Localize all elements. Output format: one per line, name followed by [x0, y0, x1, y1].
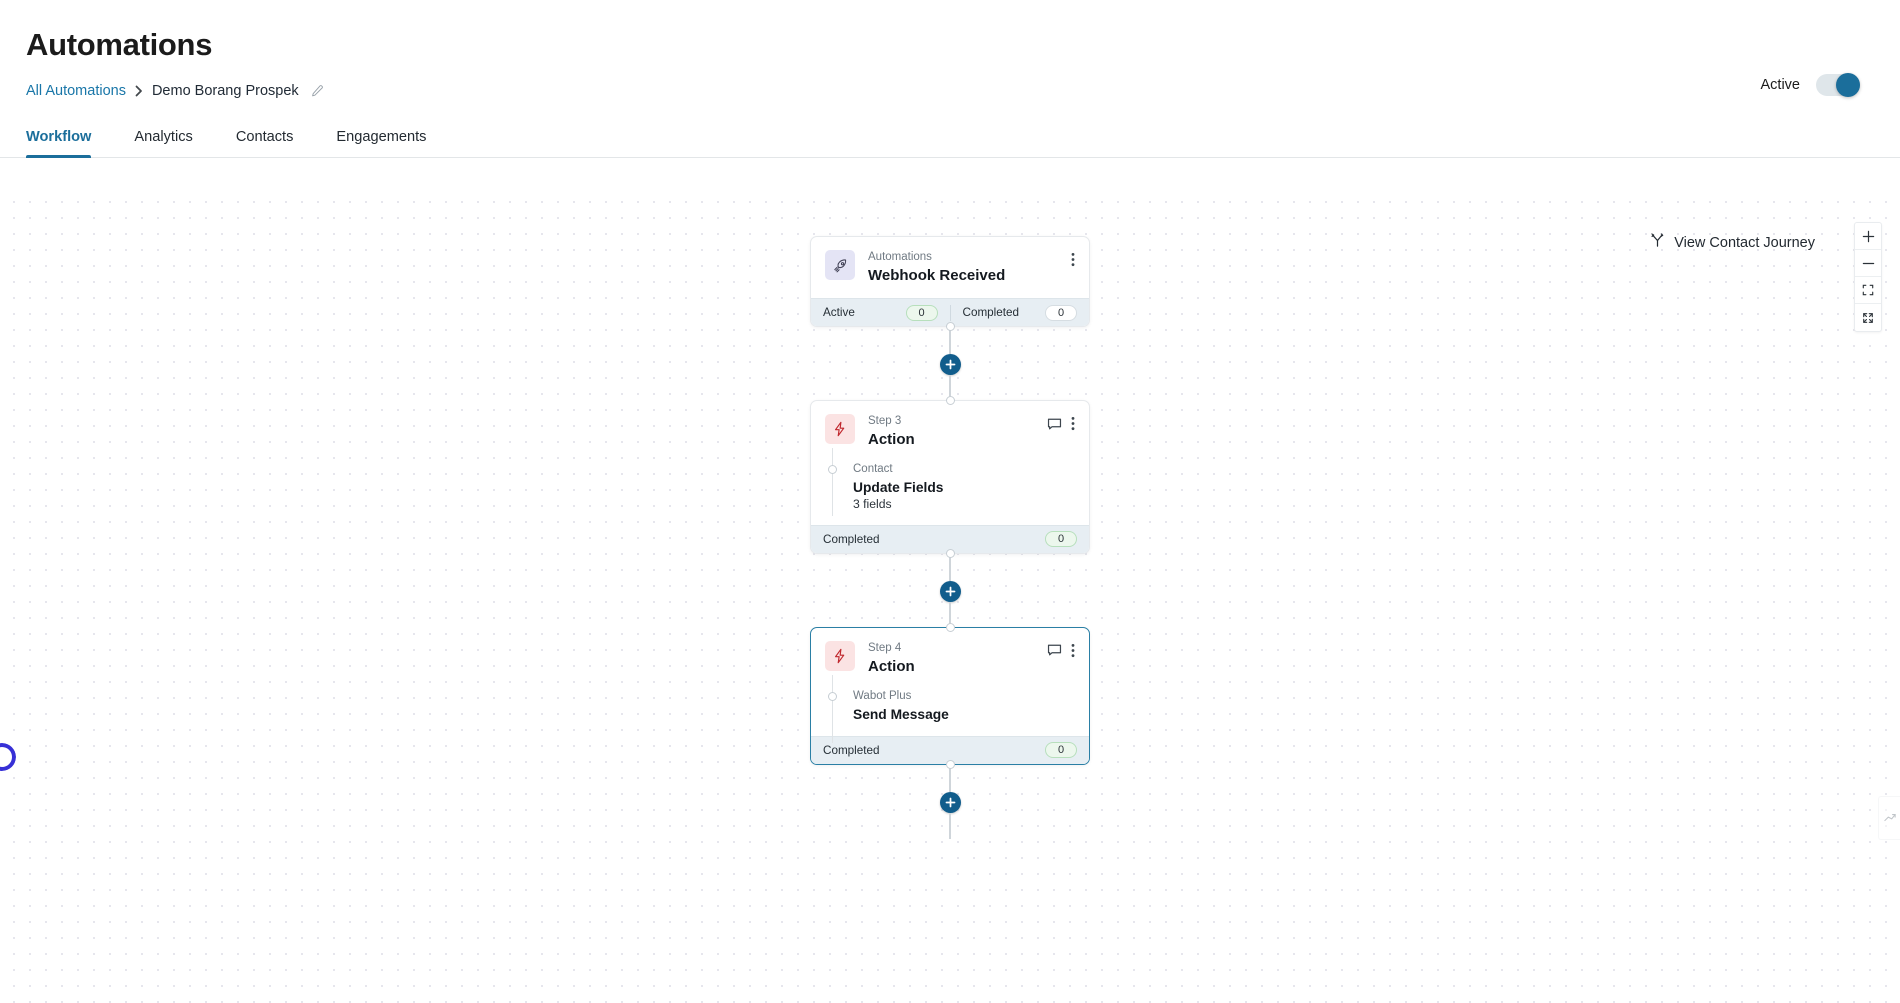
tab-bar: Workflow Analytics Contacts Engagements [0, 129, 1900, 159]
rocket-icon [825, 250, 855, 280]
comment-icon[interactable] [1047, 417, 1062, 431]
automation-status-control: Active [1760, 73, 1860, 97]
node-stat-value: 0 [905, 304, 938, 321]
node-stat-label: Active [823, 306, 855, 320]
node-input-port [945, 396, 955, 406]
node-step-dot [828, 465, 837, 475]
node-output-port [945, 548, 955, 558]
workflow-flow: Automations Webhook Received Active 0 Co… [810, 236, 1090, 839]
node-output-port [945, 322, 955, 332]
page-title: Automations [26, 27, 213, 62]
minimap-toggle-icon[interactable] [1878, 796, 1900, 840]
zoom-out-button[interactable] [1855, 250, 1881, 277]
pencil-icon[interactable] [310, 84, 324, 98]
node-body-sub: 3 fields [853, 496, 892, 511]
workflow-canvas[interactable]: View Contact Journey Automations Webhook… [0, 188, 1900, 1003]
node-stat-completed: Completed 0 [823, 531, 1077, 548]
tab-contacts[interactable]: Contacts [236, 129, 294, 157]
node-stat-label: Completed [823, 532, 880, 546]
view-contact-journey-button[interactable]: View Contact Journey [1650, 233, 1815, 252]
node-kicker: Step 3 [868, 415, 902, 428]
node-title: Action [868, 431, 915, 449]
node-stat-completed: Completed 0 [949, 304, 1077, 321]
node-stat-label: Completed [962, 306, 1020, 320]
lightning-icon [825, 414, 855, 445]
node-body-kicker: Wabot Plus [853, 690, 912, 703]
node-title: Action [868, 657, 915, 675]
workflow-node-step4[interactable]: Step 4 Action Wabot Plus Send Message Co… [810, 626, 1090, 765]
comment-icon[interactable] [1047, 643, 1062, 657]
tab-analytics[interactable]: Analytics [134, 129, 192, 157]
workflow-node-step3[interactable]: Step 3 Action Contact Update Fields 3 fi… [810, 400, 1090, 554]
tab-workflow[interactable]: Workflow [26, 129, 92, 159]
node-stat-value: 0 [1045, 531, 1077, 548]
node-output-port [945, 759, 955, 769]
automation-status-toggle[interactable] [1816, 73, 1860, 97]
node-header: Automations Webhook Received [811, 237, 1089, 298]
page-header: Automations All Automations Demo Borang … [0, 0, 1900, 99]
breadcrumb: All Automations Demo Borang Prospek [26, 83, 1874, 99]
breadcrumb-current: Demo Borang Prospek [151, 83, 299, 100]
node-body-title: Update Fields [853, 479, 944, 495]
expand-icon[interactable] [1855, 304, 1881, 331]
add-step-button[interactable] [939, 580, 961, 602]
add-step-button[interactable] [939, 354, 961, 376]
loading-spinner [0, 739, 20, 775]
node-header: Step 3 Action [811, 401, 1089, 462]
node-body-title: Send Message [853, 706, 949, 722]
node-step-dot [828, 692, 837, 702]
node-menu-icon[interactable] [1071, 643, 1075, 658]
node-stat-value: 0 [1045, 304, 1077, 321]
breadcrumb-all-automations[interactable]: All Automations [26, 83, 126, 99]
connector-line [949, 812, 951, 839]
node-stat-value: 0 [1045, 742, 1077, 759]
view-contact-journey-label: View Contact Journey [1674, 234, 1815, 251]
add-step-button[interactable] [939, 791, 961, 813]
node-menu-icon[interactable] [1071, 252, 1075, 267]
lightning-icon [825, 640, 855, 671]
fit-view-icon[interactable] [1855, 277, 1881, 304]
node-body-kicker: Contact [853, 463, 893, 476]
node-menu-icon[interactable] [1071, 416, 1075, 431]
tab-engagements[interactable]: Engagements [336, 129, 426, 157]
zoom-in-button[interactable] [1855, 223, 1881, 250]
node-title: Webhook Received [868, 266, 1006, 284]
node-kicker: Automations [868, 251, 932, 263]
node-kicker: Step 4 [868, 641, 902, 654]
node-header: Step 4 Action [811, 628, 1089, 689]
chevron-right-icon [135, 85, 143, 97]
branch-icon [1650, 233, 1665, 252]
automation-status-label: Active [1760, 77, 1801, 93]
node-input-port [945, 622, 955, 632]
zoom-controls [1854, 222, 1882, 332]
node-body: Wabot Plus Send Message [811, 675, 1089, 743]
toggle-knob [1836, 73, 1860, 97]
node-stat-active: Active 0 [823, 304, 938, 321]
node-body: Contact Update Fields 3 fields [811, 448, 1089, 525]
workflow-node-trigger[interactable]: Automations Webhook Received Active 0 Co… [810, 236, 1090, 328]
node-stat-completed: Completed 0 [823, 742, 1077, 759]
node-stat-label: Completed [823, 743, 880, 757]
